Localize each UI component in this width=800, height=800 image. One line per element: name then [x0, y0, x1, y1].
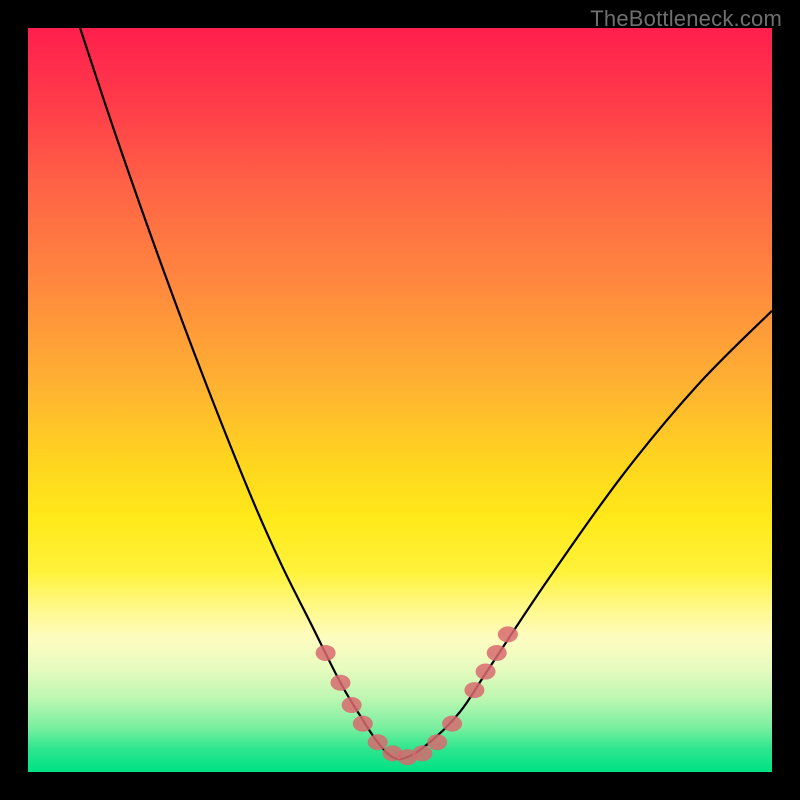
highlight-dot [476, 664, 496, 680]
highlight-dot [342, 697, 362, 713]
chart-svg [28, 28, 772, 772]
highlight-dot [427, 734, 447, 750]
highlight-dots [316, 626, 518, 765]
highlight-dot [316, 645, 336, 661]
chart-frame: TheBottleneck.com [0, 0, 800, 800]
highlight-dot [464, 682, 484, 698]
highlight-dot [442, 716, 462, 732]
chart-plot-area [28, 28, 772, 772]
highlight-dot [353, 716, 373, 732]
highlight-dot [487, 645, 507, 661]
highlight-dot [368, 734, 388, 750]
watermark-text: TheBottleneck.com [590, 6, 782, 32]
bottleneck-curve [80, 28, 772, 759]
highlight-dot [498, 626, 518, 642]
highlight-dot [412, 745, 432, 761]
highlight-dot [330, 675, 350, 691]
